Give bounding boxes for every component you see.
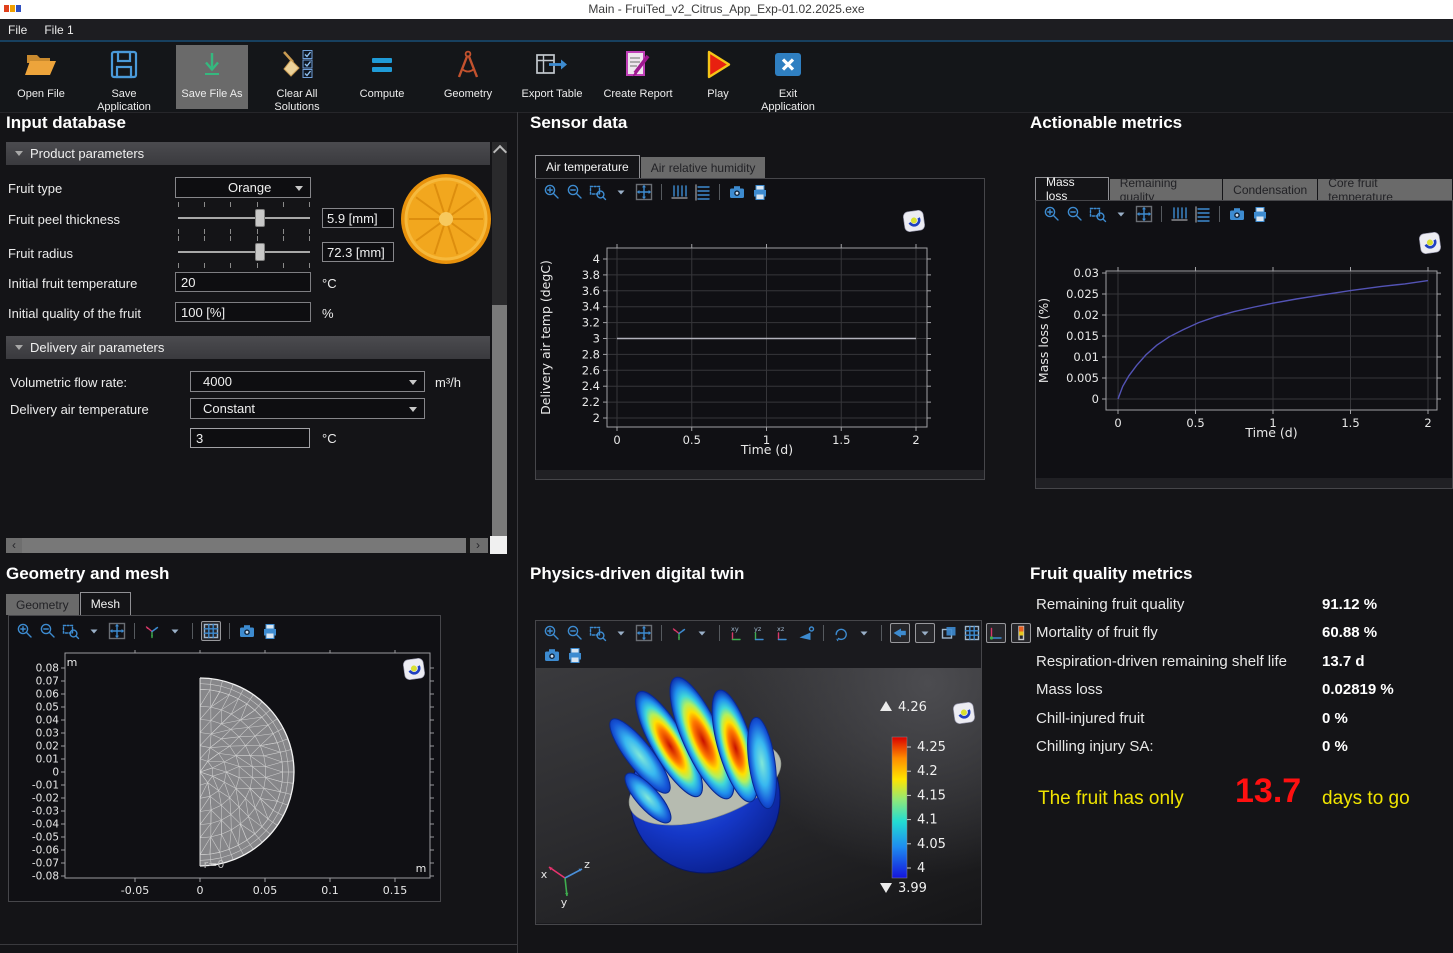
shelf-life-message-suffix: days to go xyxy=(1322,788,1410,810)
bottom-divider xyxy=(0,944,517,945)
metric-row: Mass loss0.02819 % xyxy=(1036,681,1446,701)
fruit-quality-title: Fruit quality metrics xyxy=(1030,564,1192,584)
shelf-life-message-prefix: The fruit has only xyxy=(1038,788,1184,810)
panel-fruit-quality: Fruit quality metrics Remaining fruit qu… xyxy=(0,0,1453,953)
metric-row: Mortality of fruit fly60.88 % xyxy=(1036,624,1446,644)
metric-row: Remaining fruit quality91.12 % xyxy=(1036,596,1446,616)
metric-row: Respiration-driven remaining shelf life1… xyxy=(1036,653,1446,673)
column-divider xyxy=(517,112,518,953)
shelf-life-days-number: 13.7 xyxy=(1235,772,1301,811)
metric-row: Chill-injured fruit0 % xyxy=(1036,710,1446,730)
metric-row: Chilling injury SA:0 % xyxy=(1036,738,1446,758)
app-window: Main - FruiTed_v2_Citrus_App_Exp-01.02.2… xyxy=(0,0,1453,953)
